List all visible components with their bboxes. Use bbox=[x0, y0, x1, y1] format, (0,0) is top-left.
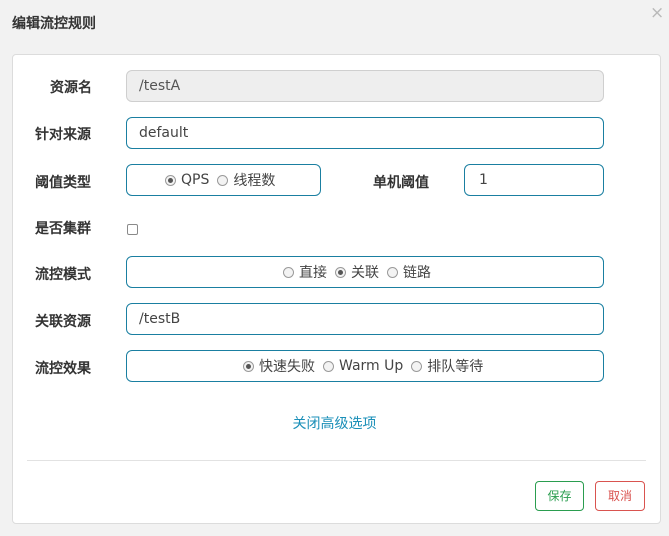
strategy-option-direct[interactable]: 直接 bbox=[283, 262, 327, 282]
count-label: 单机阈值 bbox=[373, 175, 429, 191]
ref-resource-label: 关联资源 bbox=[35, 314, 91, 330]
strategy-radio-group: 直接 关联 链路 bbox=[126, 256, 604, 288]
radio-unchecked-icon bbox=[387, 266, 398, 278]
grade-option-thread[interactable]: 线程数 bbox=[217, 170, 275, 190]
grade-option-label: QPS bbox=[181, 172, 210, 188]
cluster-label: 是否集群 bbox=[35, 221, 91, 237]
save-button[interactable]: 保存 bbox=[535, 481, 584, 511]
count-value: 1 bbox=[479, 172, 488, 188]
radio-unchecked-icon bbox=[283, 266, 294, 278]
radio-unchecked-icon bbox=[323, 360, 334, 372]
radio-checked-icon bbox=[335, 266, 346, 278]
strategy-option-chain[interactable]: 链路 bbox=[387, 262, 431, 282]
resource-name-value: /testA bbox=[139, 78, 181, 94]
strategy-option-label: 链路 bbox=[403, 265, 431, 281]
strategy-option-label: 直接 bbox=[299, 265, 327, 281]
behavior-option-queue[interactable]: 排队等待 bbox=[411, 356, 483, 376]
strategy-option-label: 关联 bbox=[351, 265, 379, 281]
close-icon[interactable]: × bbox=[650, 3, 664, 23]
cancel-button[interactable]: 取消 bbox=[595, 481, 645, 511]
behavior-option-fast-fail[interactable]: 快速失败 bbox=[243, 356, 315, 376]
behavior-option-warm-up[interactable]: Warm Up bbox=[323, 358, 403, 374]
grade-radio-group: QPS 线程数 bbox=[126, 164, 321, 196]
limit-app-label: 针对来源 bbox=[35, 127, 91, 143]
behavior-option-label: 快速失败 bbox=[259, 359, 315, 375]
dialog-title: 编辑流控规则 bbox=[12, 16, 96, 32]
ref-resource-input[interactable]: /testB bbox=[126, 303, 604, 335]
behavior-option-label: Warm Up bbox=[339, 358, 404, 374]
count-input[interactable]: 1 bbox=[464, 164, 604, 196]
control-behavior-radio-group: 快速失败 Warm Up 排队等待 bbox=[126, 350, 604, 382]
footer-divider bbox=[27, 460, 646, 461]
control-behavior-label: 流控效果 bbox=[35, 361, 91, 377]
toggle-advanced-link[interactable]: 关闭高级选项 bbox=[0, 413, 669, 433]
radio-checked-icon bbox=[243, 360, 254, 372]
behavior-option-label: 排队等待 bbox=[427, 359, 484, 375]
resource-name-label: 资源名 bbox=[50, 80, 92, 96]
grade-option-label: 线程数 bbox=[233, 173, 276, 189]
resource-name-input: /testA bbox=[126, 70, 604, 102]
grade-label: 阈值类型 bbox=[35, 175, 91, 191]
strategy-option-relate[interactable]: 关联 bbox=[335, 262, 379, 282]
radio-unchecked-icon bbox=[411, 360, 423, 372]
ref-resource-value: /testB bbox=[139, 311, 181, 327]
radio-checked-icon bbox=[165, 174, 176, 186]
cluster-checkbox[interactable] bbox=[127, 224, 138, 235]
radio-unchecked-icon bbox=[217, 174, 229, 186]
limit-app-input[interactable]: default bbox=[126, 117, 604, 149]
strategy-label: 流控模式 bbox=[35, 267, 91, 283]
limit-app-value: default bbox=[139, 125, 189, 141]
grade-option-qps[interactable]: QPS bbox=[165, 172, 209, 188]
